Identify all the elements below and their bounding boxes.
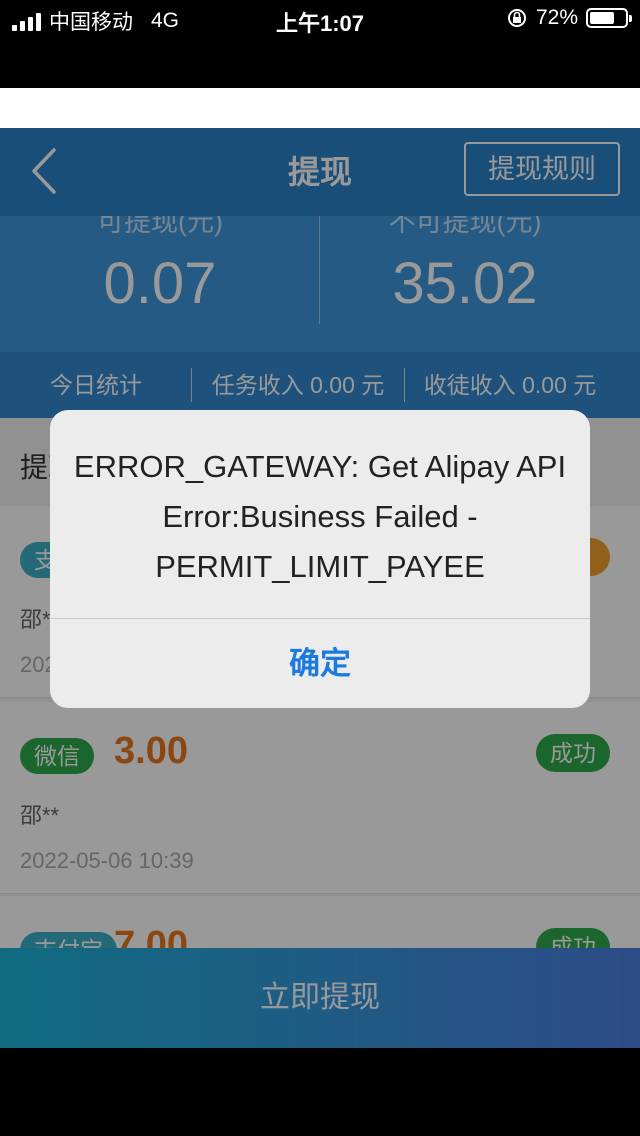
top-black-strip [0, 40, 640, 88]
top-white-strip [0, 88, 640, 128]
confirm-button[interactable]: 确定 [50, 619, 590, 708]
bottom-black-strip [0, 1048, 640, 1136]
status-bar: 中国移动 4G 上午1:07 72% [0, 0, 640, 40]
error-message: ERROR_GATEWAY: Get Alipay API Error:Busi… [73, 449, 567, 584]
rotation-lock-icon [507, 9, 526, 27]
error-alert-dialog: ERROR_GATEWAY: Get Alipay API Error:Busi… [50, 410, 590, 708]
battery-icon [586, 8, 632, 28]
battery-percent: 72% [535, 6, 578, 29]
